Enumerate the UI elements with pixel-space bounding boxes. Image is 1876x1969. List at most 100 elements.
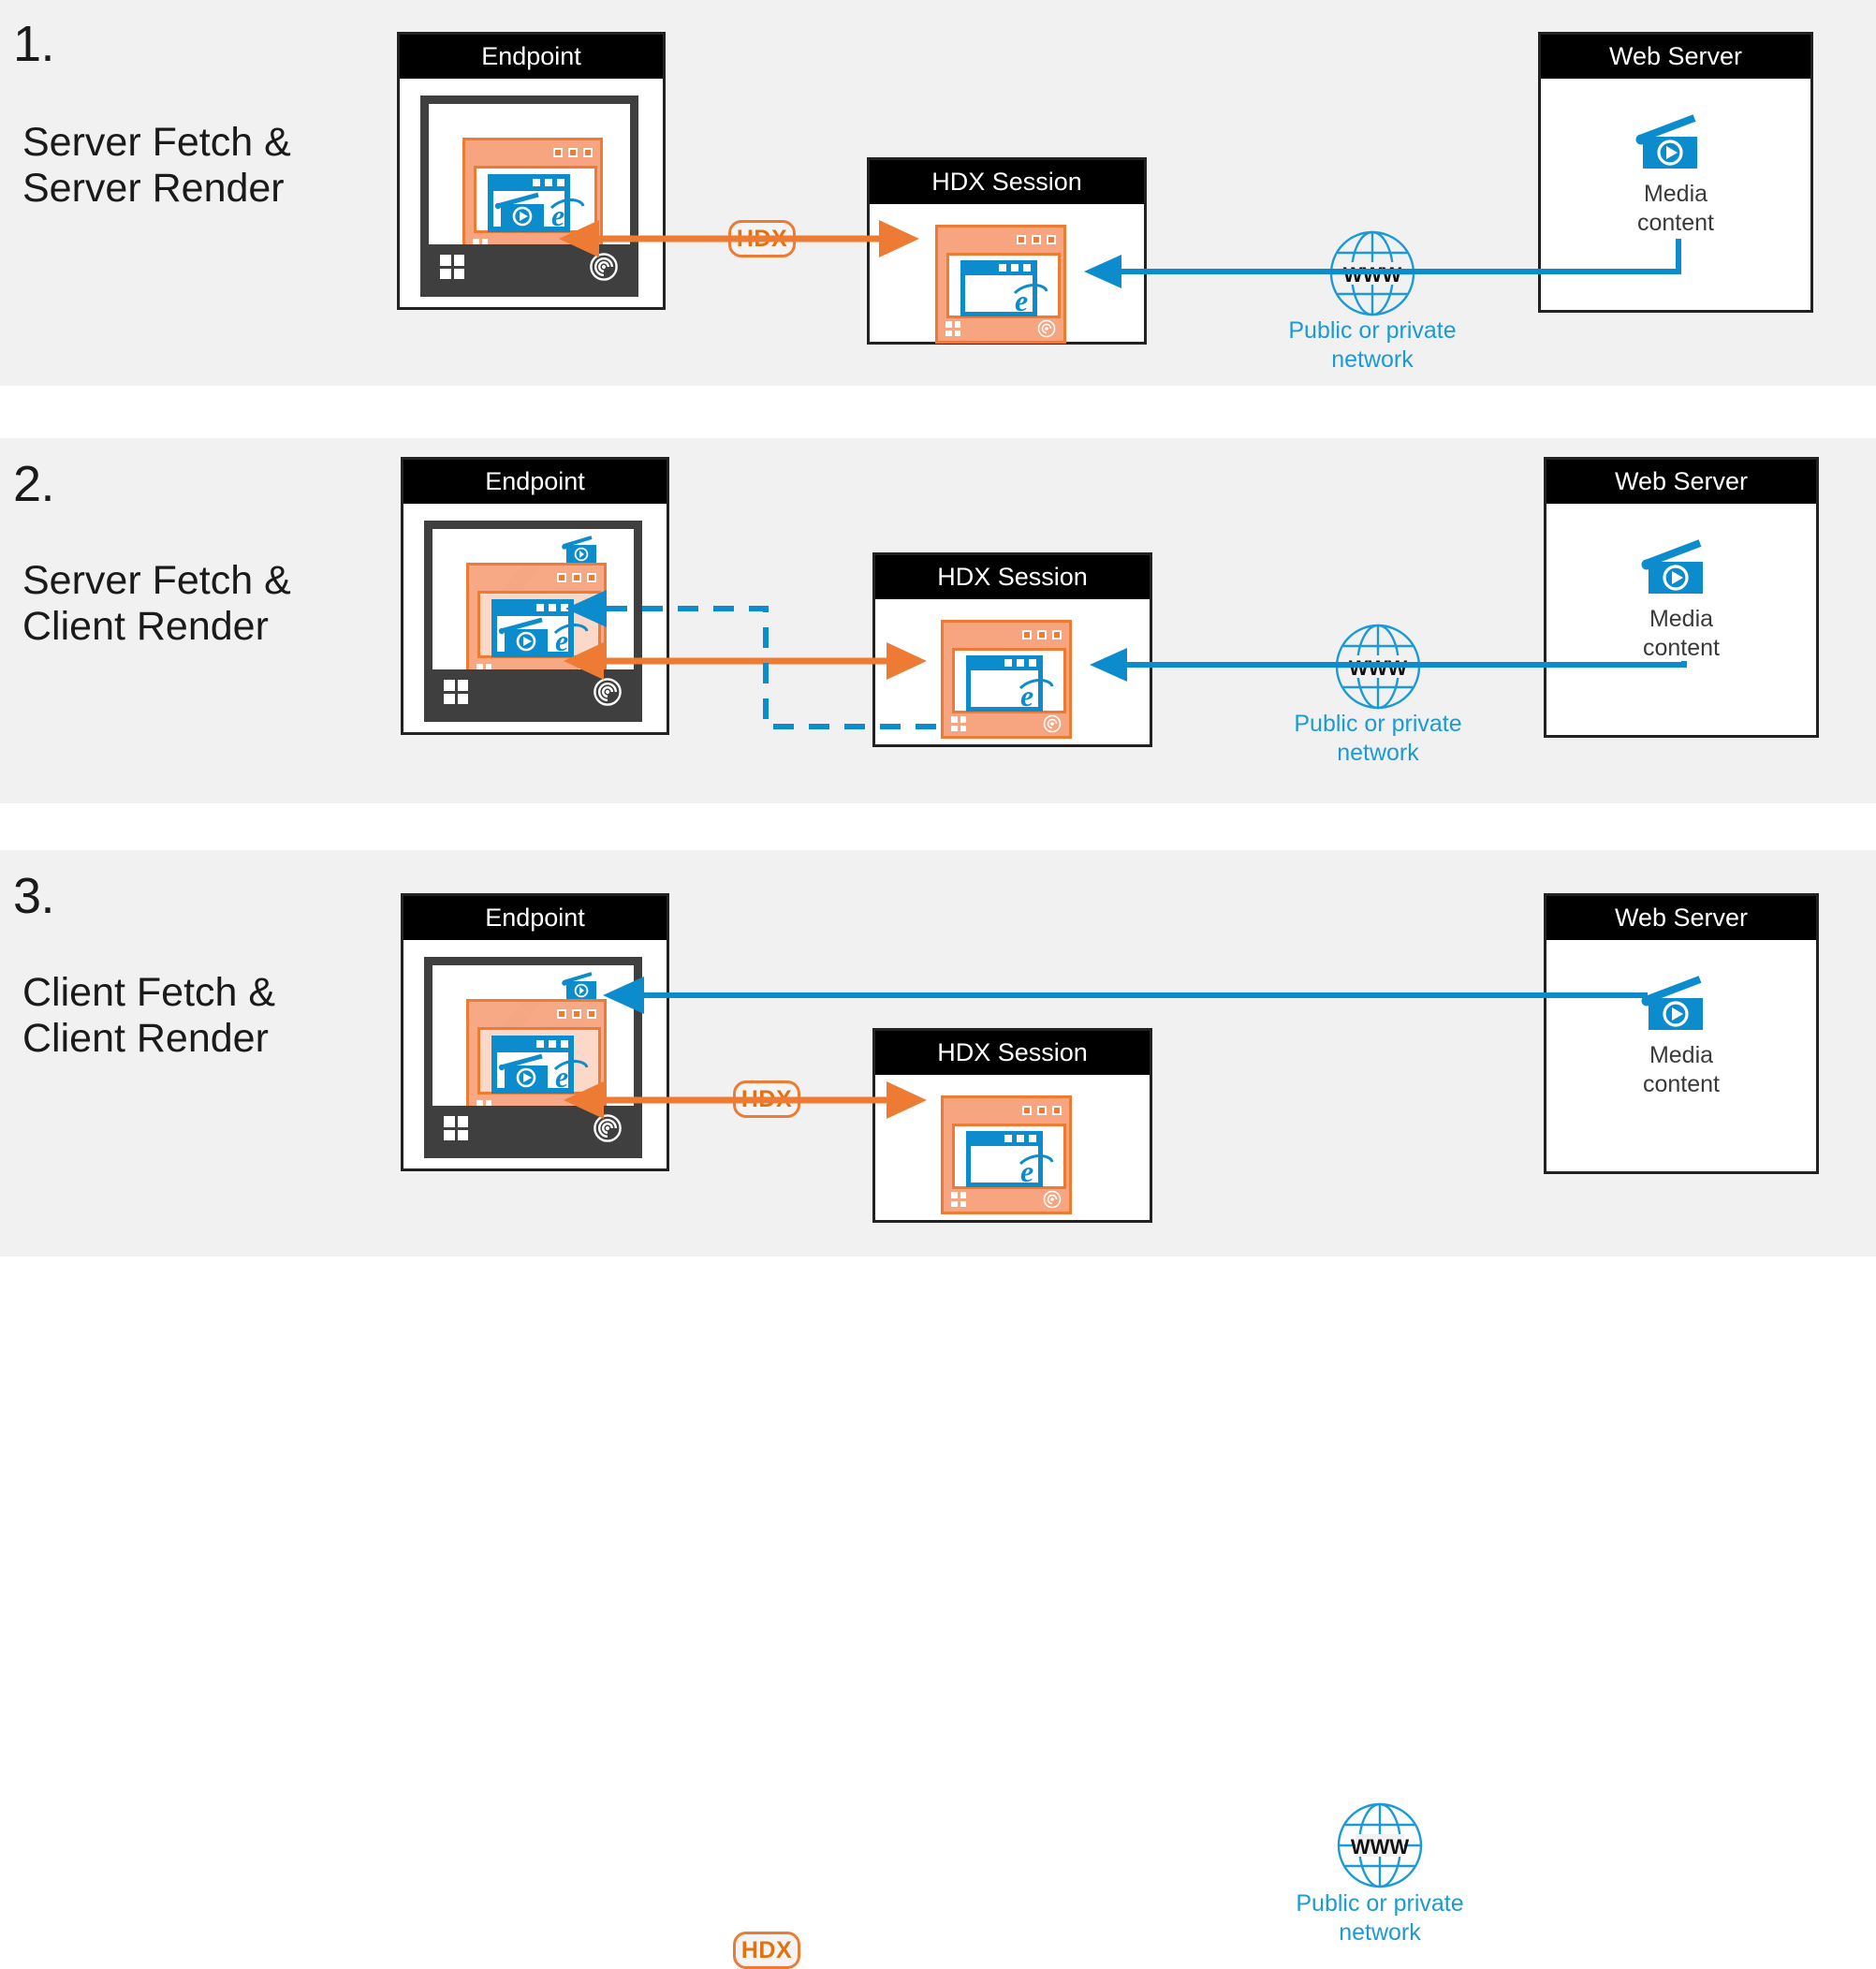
session-window-controls-2 [1022,630,1062,639]
session-window-close-icon-1 [1047,235,1056,244]
internet-explorer-icon-1: e [550,198,585,232]
network-globe-icon-1: WWW [1329,230,1415,316]
hdx-session-box-3: HDX Session e [872,1028,1152,1223]
session-app-taskbar-2 [944,711,1069,736]
hdx-session-box-1: HDX Session e [867,157,1147,345]
window-close-icon-2 [587,573,596,582]
endpoint-header-2: Endpoint [403,460,667,504]
session-window-maximize-icon-1 [1032,235,1041,244]
endpoint-box-3: Endpoint e [401,893,669,1171]
session-windows-logo-icon-2 [951,716,966,731]
app-canvas-3: e [477,1027,601,1095]
web-server-header-2: Web Server [1546,460,1816,504]
endpoint-body-1: e [400,79,663,307]
hdx-session-body-2: e [875,599,1150,744]
session-window-controls-3 [1022,1106,1062,1115]
endpoint-monitor-1: e [420,96,638,297]
endpoint-body-3: e [403,940,667,1168]
window-maximize-icon-3 [572,1009,581,1019]
window-close-icon-1 [583,148,593,157]
session-internet-explorer-icon-2: e [1019,679,1054,713]
web-server-box-1: Web Server Media content [1538,32,1813,313]
windows-start-icon-3 [444,1116,468,1140]
hdx-pill-1: HDX [728,220,796,257]
session-app-canvas-3: e [952,1124,1066,1189]
citrix-receiver-icon-1 [590,253,618,281]
window-close-icon-3 [587,1009,596,1019]
window-maximize-icon-1 [568,148,578,157]
web-server-media-icon-2 [1641,539,1703,594]
session-citrix-logo-icon-3 [1043,1190,1062,1209]
session-app-taskbar-3 [944,1186,1069,1212]
endpoint-body-2: e [403,504,667,732]
endpoint-monitor-2: e [424,521,642,722]
step-title-3: Client Fetch & Client Render [22,970,276,1062]
window-controls-1 [553,148,593,157]
browser-dots-3 [536,1040,568,1048]
session-window-close-icon-3 [1052,1106,1062,1115]
globe-www-text-1: WWW [1343,263,1402,287]
app-window-2: e [466,563,607,686]
web-server-header-1: Web Server [1541,35,1810,79]
web-server-media-icon-1 [1635,114,1697,169]
network-label-3: Public or private network [1296,1890,1464,1947]
endpoint-box-1: Endpoint e [397,32,666,310]
network-globe-icon-3: WWW [1337,1802,1423,1888]
step-number-3: 3. [13,868,55,924]
web-server-body-1: Media content [1541,79,1810,310]
citrix-receiver-icon-3 [594,1114,622,1142]
hdx-session-header-2: HDX Session [875,555,1150,599]
endpoint-taskbar-1 [429,244,630,288]
web-server-body-3: Media content [1546,940,1816,1171]
session-window-close-icon-2 [1052,630,1062,639]
web-server-media-icon-3 [1641,976,1703,1030]
endpoint-box-2: Endpoint e [401,457,669,735]
session-browser-dots-2 [1004,659,1036,667]
hdx-pill-3: HDX [733,1932,800,1969]
hdx-session-body-1: e [870,204,1144,344]
session-windows-logo-icon-1 [945,321,960,336]
internet-explorer-icon-2: e [553,624,589,657]
network-label-2: Public or private network [1294,711,1462,767]
session-app-taskbar-1 [938,316,1063,341]
endpoint-header-3: Endpoint [403,896,667,940]
app-canvas-2: e [477,591,601,658]
media-content-label-1: Media content [1636,181,1714,237]
session-internet-explorer-icon-1: e [1013,284,1048,317]
endpoint-taskbar-3 [432,1106,634,1150]
network-label-1: Public or private network [1288,317,1457,374]
web-server-header-3: Web Server [1546,896,1816,940]
session-citrix-logo-icon-2 [1043,714,1062,733]
hdx-session-body-3: e [875,1075,1150,1220]
session-window-minimize-icon-2 [1022,630,1032,639]
network-globe-icon-2: WWW [1335,624,1421,710]
hdx-session-header-3: HDX Session [875,1031,1150,1075]
session-app-window-3: e [941,1095,1072,1214]
session-app-window-1: e [935,225,1066,344]
app-window-3: e [466,999,607,1123]
session-browser-dots-3 [1004,1135,1036,1142]
window-minimize-icon-1 [553,148,563,157]
session-window-minimize-icon-1 [1017,235,1026,244]
session-citrix-logo-icon-1 [1037,319,1056,338]
endpoint-monitor-3: e [424,957,642,1158]
windows-start-icon-1 [440,255,464,279]
window-controls-2 [557,573,596,582]
scenario-row-1: 1. Server Fetch & Server Render Endpoint [0,0,1876,386]
session-internet-explorer-icon-3: e [1019,1154,1054,1188]
web-server-box-2: Web Server Media content [1544,457,1819,738]
scenario-row-2: 2. Server Fetch & Client Render Endpoint [0,438,1876,1118]
app-window-1: e [462,138,603,261]
step-title-2: Server Fetch & Client Render [22,558,291,650]
window-minimize-icon-2 [557,573,566,582]
hdx-session-header-1: HDX Session [870,160,1144,204]
web-server-body-2: Media content [1546,504,1816,735]
endpoint-header-1: Endpoint [400,35,663,79]
session-browser-dots-1 [999,264,1031,272]
window-controls-3 [557,1009,596,1019]
hdx-session-box-2: HDX Session e [872,552,1152,747]
browser-dots-2 [536,604,568,611]
globe-www-text-2: WWW [1349,656,1408,680]
step-number-1: 1. [13,16,55,72]
session-window-maximize-icon-2 [1037,630,1047,639]
